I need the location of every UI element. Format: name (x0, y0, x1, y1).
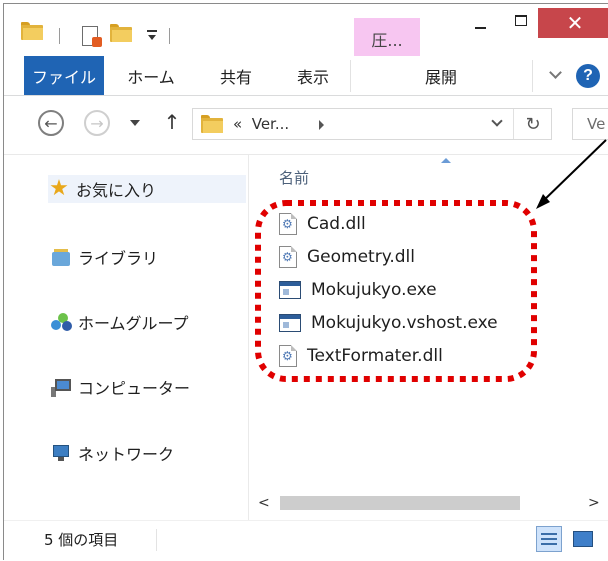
refresh-icon[interactable]: ↻ (519, 112, 547, 136)
star-icon: ★ (49, 176, 69, 201)
status-separator (156, 529, 157, 551)
minimize-icon (474, 27, 486, 29)
navigation-pane: ★ お気に入り ライブラリ ホームグループ コンピューター ネットワーク (4, 155, 249, 521)
recent-locations-dropdown-icon[interactable] (130, 120, 140, 126)
ribbon-separator (350, 60, 351, 92)
nav-item-label: ライブラリ (78, 249, 159, 268)
file-row[interactable]: Mokujukyo.vshost.exe (279, 308, 498, 338)
horizontal-scrollbar[interactable]: < > (4, 489, 604, 517)
properties-icon[interactable] (82, 26, 102, 47)
file-list: 名前 Cad.dll Geometry.dll Mokujukyo.exe Mo… (249, 155, 608, 521)
nav-item-label: お気に入り (76, 181, 157, 200)
customize-quick-access-icon[interactable] (147, 28, 157, 42)
address-path[interactable]: « Ver... (233, 115, 289, 133)
close-icon: ✕ (566, 11, 584, 35)
scroll-right-icon[interactable]: > (588, 495, 600, 511)
expand-ribbon-icon[interactable] (549, 65, 563, 79)
nav-item-network[interactable]: ネットワーク (50, 439, 174, 467)
status-bar: 5 個の項目 (4, 520, 608, 561)
address-segment[interactable]: Ver... (252, 115, 289, 133)
help-icon[interactable]: ? (576, 64, 600, 88)
tab-extract[interactable]: 展開 (356, 56, 526, 95)
network-icon (50, 442, 72, 464)
close-button[interactable]: ✕ (538, 8, 608, 38)
file-row[interactable]: Mokujukyo.exe (279, 275, 437, 305)
address-overflow-chevron[interactable]: « (233, 115, 242, 133)
maximize-button[interactable] (504, 8, 538, 38)
ribbon-separator (532, 60, 533, 92)
address-divider (513, 109, 514, 139)
back-button[interactable]: ← (38, 110, 64, 136)
folder-icon (201, 115, 223, 133)
address-dropdown-icon[interactable] (491, 116, 503, 128)
nav-item-label: コンピューター (78, 379, 191, 398)
item-count: 5 個の項目 (44, 531, 119, 549)
scroll-left-icon[interactable]: < (258, 495, 270, 511)
minimize-button[interactable] (456, 8, 504, 38)
large-icons-view-button[interactable] (570, 526, 596, 552)
file-name: Cad.dll (307, 214, 366, 234)
file-row[interactable]: Cad.dll (279, 209, 366, 239)
nav-item-libraries[interactable]: ライブラリ (50, 243, 158, 271)
file-name: Mokujukyo.exe (311, 280, 437, 300)
exe-file-icon (279, 281, 301, 299)
nav-item-label: ネットワーク (78, 445, 175, 464)
maximize-icon (515, 14, 527, 26)
homegroup-icon (50, 311, 72, 333)
dll-file-icon (279, 213, 297, 235)
title-bar: 圧... ✕ (4, 4, 608, 60)
folder-icon[interactable] (21, 22, 43, 40)
sort-ascending-icon (441, 158, 451, 163)
ribbon-tabs: ファイル ホーム 共有 表示 展開 ? (4, 56, 608, 96)
quick-access-separator (59, 28, 60, 44)
file-row[interactable]: Geometry.dll (279, 242, 415, 272)
file-name: Mokujukyo.vshost.exe (311, 313, 498, 333)
search-input[interactable]: Ve (572, 108, 608, 140)
details-view-button[interactable] (536, 526, 562, 552)
up-button[interactable]: ↑ (162, 109, 182, 135)
new-folder-icon[interactable] (110, 24, 132, 42)
dll-file-icon (279, 345, 297, 367)
quick-access-separator (169, 28, 170, 44)
tab-file[interactable]: ファイル (24, 56, 104, 95)
tab-home[interactable]: ホーム (116, 56, 186, 95)
forward-button[interactable]: → (84, 110, 110, 136)
exe-file-icon (279, 314, 301, 332)
address-bar[interactable]: « Ver... ↻ (192, 108, 552, 140)
context-tab-compressed[interactable]: 圧... (354, 18, 420, 60)
nav-item-label: ホームグループ (78, 314, 189, 333)
scrollbar-thumb[interactable] (280, 496, 520, 510)
nav-item-computer[interactable]: コンピューター (50, 373, 190, 401)
library-icon (50, 246, 72, 268)
tab-view[interactable]: 表示 (278, 56, 348, 95)
file-name: Geometry.dll (307, 247, 415, 267)
breadcrumb-arrow-icon[interactable] (319, 120, 324, 130)
file-name: TextFormater.dll (307, 346, 443, 366)
nav-item-favorites[interactable]: ★ お気に入り (48, 175, 246, 203)
column-header-name[interactable]: 名前 (279, 167, 309, 188)
search-placeholder: Ve (587, 115, 606, 133)
file-row[interactable]: TextFormater.dll (279, 341, 443, 371)
tab-share[interactable]: 共有 (204, 56, 268, 95)
computer-icon (50, 376, 72, 398)
nav-item-homegroup[interactable]: ホームグループ (50, 308, 189, 336)
dll-file-icon (279, 246, 297, 268)
navigation-bar: ← → ↑ « Ver... ↻ Ve (4, 96, 608, 155)
